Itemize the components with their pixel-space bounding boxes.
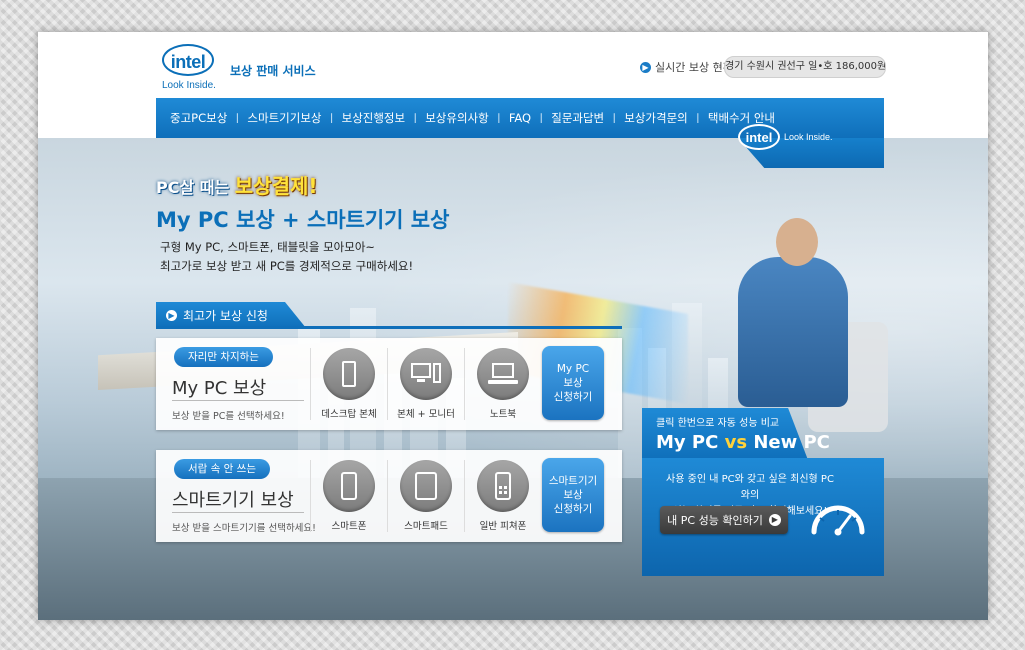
laptop-icon — [488, 363, 518, 385]
smart-pill: 서랍 속 안 쓰는 — [174, 459, 270, 479]
nav-separator: ㅣ — [692, 112, 703, 125]
section-tab-label: 최고가 보상 신청 — [183, 308, 268, 323]
apply-line: My PC — [556, 363, 590, 375]
nav-separator: ㅣ — [326, 112, 337, 125]
nav-intel-logo: intel — [738, 124, 780, 150]
apply-line: 신청하기 — [553, 391, 593, 403]
smart-apply-button[interactable]: 스마트기기 보상 신청하기 — [542, 458, 604, 532]
compare-desc-line: 사용 중인 내 PC와 갖고 싶은 최신형 PC와의 — [666, 474, 834, 501]
hero-description: 구형 My PC, 스마트폰, 태블릿을 모아모아~ 최고가로 보상 받고 새 … — [160, 238, 413, 276]
hero-desc-line: 최고가로 보상 받고 새 PC를 경제적으로 구매하세요! — [160, 259, 414, 273]
apply-line: 스마트기기 — [548, 475, 598, 487]
smartphone-icon — [341, 472, 357, 500]
option-separator — [464, 348, 465, 420]
smart-device-panel: 서랍 속 안 쓰는 스마트기기 보상 보상 받을 스마트기기를 선택하세요! 스… — [156, 450, 622, 542]
slogan-text: PC살 때는 — [156, 178, 235, 197]
man-head — [776, 218, 818, 266]
chevron-right-icon: ▶ — [166, 309, 177, 321]
nav-separator: ㅣ — [410, 112, 421, 125]
option-label: 일반 피쳐폰 — [479, 521, 527, 532]
option-circle — [323, 460, 375, 512]
compare-title: My PC vs New PC — [656, 432, 830, 453]
desktop-tower-icon — [342, 361, 356, 387]
nav-item-progress[interactable]: 보상진행정보 — [342, 110, 405, 126]
nav-item-notice[interactable]: 보상유의사항 — [425, 110, 488, 126]
nav-separator: ㅣ — [609, 112, 620, 125]
slogan-highlight: 보상결제! — [234, 174, 318, 198]
hero-slogan: PC살 때는 보상결제! — [156, 170, 318, 199]
option-separator — [310, 348, 311, 420]
option-circle — [400, 460, 452, 512]
option-circle — [477, 348, 529, 400]
intel-logo[interactable]: intel — [162, 44, 214, 76]
chevron-right-icon: ▶ — [640, 61, 651, 73]
nav-separator: ㅣ — [536, 112, 547, 125]
hero-title: My PC 보상 + 스마트기기 보상 — [156, 208, 450, 232]
option-laptop[interactable]: 노트북 — [468, 348, 538, 420]
mypc-panel: 자리만 차지하는 My PC 보상 보상 받을 PC를 선택하세요! 데스크탑 … — [156, 338, 622, 430]
option-separator — [387, 460, 388, 532]
tablet-icon — [415, 472, 437, 500]
option-label: 스마트패드 — [404, 521, 448, 532]
option-smartphone[interactable]: 스마트폰 — [314, 460, 384, 532]
site-header: intel Look Inside. 보상 판매 서비스 ▶ 실시간 보상 현황… — [38, 32, 988, 98]
feature-phone-icon — [495, 472, 511, 500]
realtime-status[interactable]: ▶ 실시간 보상 현황 — [640, 59, 733, 75]
option-desktop[interactable]: 데스크탑 본체 — [314, 348, 384, 420]
option-separator — [310, 460, 311, 532]
service-title[interactable]: 보상 판매 서비스 — [230, 62, 316, 79]
compare-subtitle: 클릭 한번으로 자동 성능 비교 — [656, 418, 780, 429]
speedometer-icon — [811, 505, 865, 536]
realtime-ticker: 경기 수원시 권선구 일•호 186,000원 — [724, 56, 886, 78]
intel-tagline: Look Inside. — [162, 80, 216, 91]
page-frame: intel Look Inside. 보상 판매 서비스 ▶ 실시간 보상 현황… — [38, 32, 988, 620]
compare-title-b: New PC — [747, 432, 830, 453]
realtime-label: 실시간 보상 현황 — [655, 61, 733, 74]
smart-title: 스마트기기 보상 — [172, 490, 294, 511]
option-separator — [387, 348, 388, 420]
nav-item-used-pc[interactable]: 중고PC보상 — [170, 110, 227, 126]
option-label: 데스크탑 본체 — [321, 409, 377, 420]
panel-divider — [172, 400, 304, 401]
nav-item-price-inquiry[interactable]: 보상가격문의 — [624, 110, 687, 126]
mypc-pill: 자리만 차지하는 — [174, 347, 273, 367]
apply-line: 보상 — [563, 489, 583, 501]
smart-subtitle: 보상 받을 스마트기기를 선택하세요! — [172, 523, 316, 534]
compare-title-vs: vs — [724, 432, 748, 453]
check-pc-performance-button[interactable]: 내 PC 성능 확인하기 ▶ — [660, 506, 788, 534]
option-circle — [477, 460, 529, 512]
option-circle — [400, 348, 452, 400]
section-divider — [156, 326, 622, 329]
apply-line: 보상 — [563, 377, 583, 389]
mypc-subtitle: 보상 받을 PC를 선택하세요! — [172, 411, 285, 422]
hero-desc-line: 구형 My PC, 스마트폰, 태블릿을 모아모아~ — [160, 240, 376, 254]
man-figure — [738, 257, 848, 407]
option-label: 스마트폰 — [331, 521, 367, 532]
mypc-title: My PC 보상 — [172, 378, 267, 399]
check-pc-label: 내 PC 성능 확인하기 — [667, 514, 763, 527]
section-tab: ▶ 최고가 보상 신청 — [156, 302, 306, 328]
mypc-apply-button[interactable]: My PC 보상 신청하기 — [542, 346, 604, 420]
option-separator — [464, 460, 465, 532]
nav-item-qna[interactable]: 질문과답변 — [551, 110, 604, 126]
option-tablet[interactable]: 스마트패드 — [391, 460, 461, 532]
option-label: 노트북 — [489, 409, 517, 420]
option-feature-phone[interactable]: 일반 피쳐폰 — [468, 460, 538, 532]
compare-title-a: My PC — [656, 432, 725, 453]
nav-separator: ㅣ — [232, 112, 243, 125]
nav-item-faq[interactable]: FAQ — [509, 111, 531, 125]
option-label: 본체 + 모니터 — [397, 409, 455, 420]
desktop-monitor-icon — [411, 363, 441, 385]
apply-line: 신청하기 — [553, 503, 593, 515]
panel-divider — [172, 512, 304, 513]
nav-intel-tagline: Look Inside. — [784, 132, 833, 142]
nav-separator: ㅣ — [493, 112, 504, 125]
nav-item-smart-device[interactable]: 스마트기기보상 — [247, 110, 321, 126]
chevron-right-icon: ▶ — [768, 514, 781, 526]
option-circle — [323, 348, 375, 400]
option-desktop-monitor[interactable]: 본체 + 모니터 — [391, 348, 461, 420]
